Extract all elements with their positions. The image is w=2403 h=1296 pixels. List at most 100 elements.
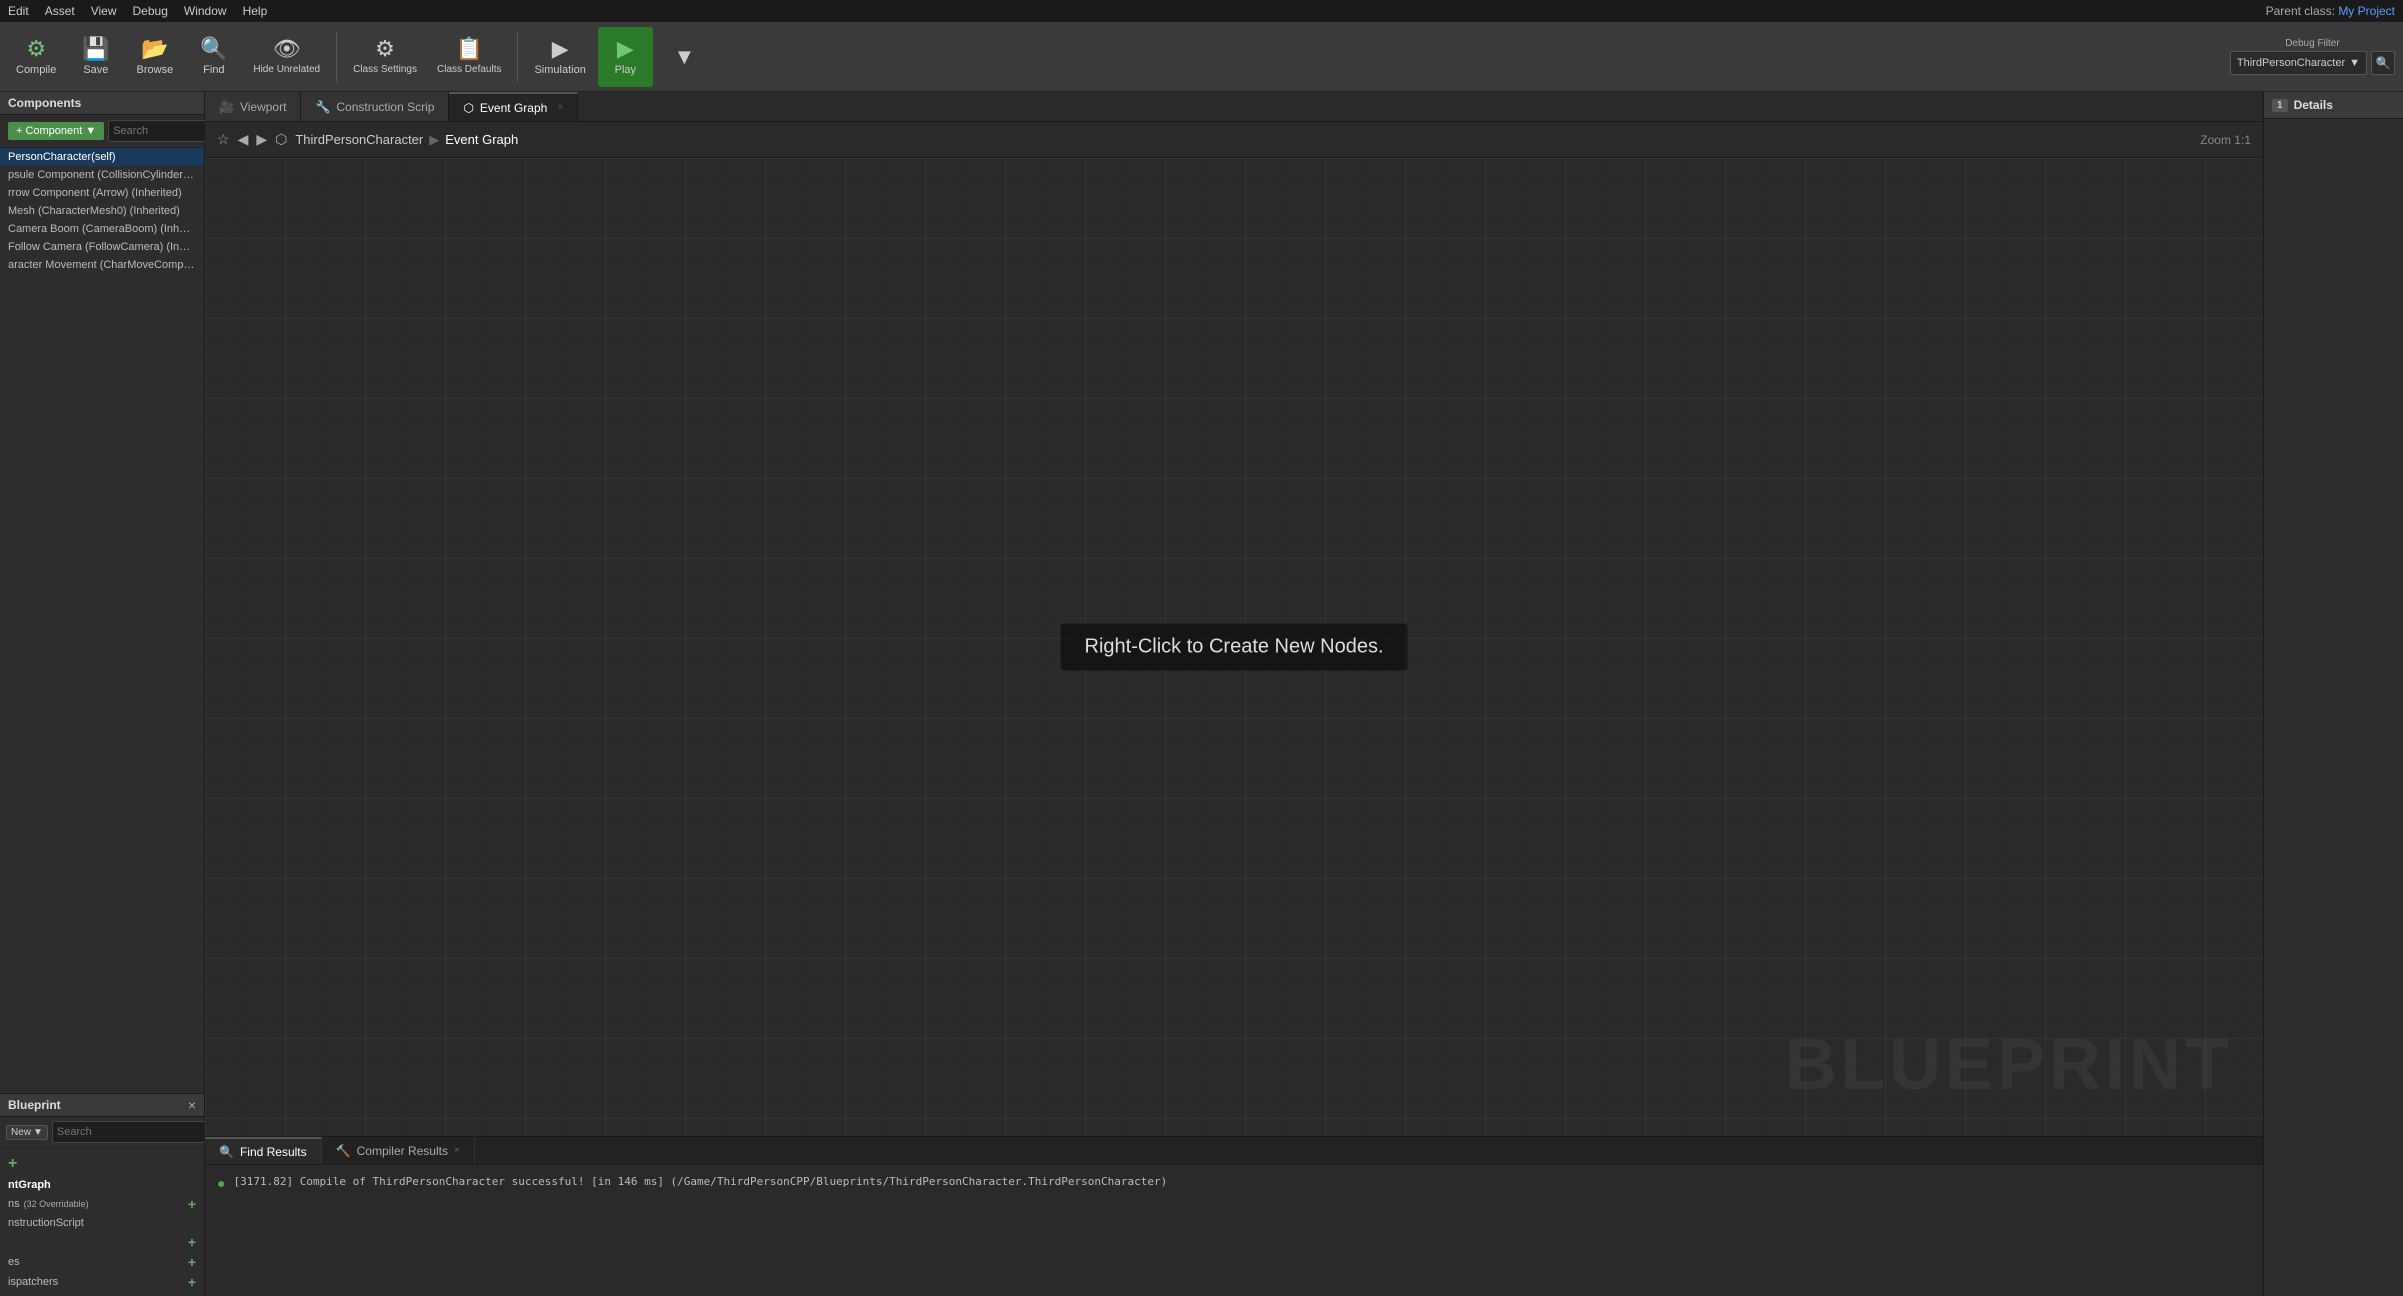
graph-canvas[interactable]: Right-Click to Create New Nodes. BLUEPRI… — [205, 158, 2263, 1136]
find-results-icon: 🔍 — [219, 1145, 234, 1159]
add-component-button[interactable]: + Component ▼ — [8, 122, 104, 140]
menu-items-group: Edit Asset View Debug Window Help — [8, 4, 267, 18]
simulation-button[interactable]: ▶ Simulation — [526, 27, 593, 87]
tree-item-variables[interactable]: es + — [0, 1252, 204, 1272]
compile-icon: ⚙ — [26, 38, 46, 60]
tree-item-construction[interactable]: nstructionScript — [0, 1214, 204, 1232]
tab-construction-script[interactable]: 🔧 Construction Scrip — [301, 92, 449, 121]
bottom-tab-compiler-results[interactable]: 🔨 Compiler Results × — [322, 1137, 475, 1164]
menu-bar: Edit Asset View Debug Window Help Parent… — [0, 0, 2403, 22]
tab-event-graph[interactable]: ⬡ Event Graph × — [449, 92, 578, 121]
bp-search-input[interactable] — [53, 1126, 203, 1138]
component-item-follow-camera[interactable]: Follow Camera (FollowCamera) (Inherited) — [0, 238, 204, 256]
zoom-label: Zoom 1:1 — [2200, 133, 2251, 147]
tree-event-graph-label: ntGraph — [8, 1179, 51, 1191]
browse-button[interactable]: 📂 Browse — [127, 27, 182, 87]
blueprint-close-button[interactable]: × — [188, 1098, 196, 1112]
component-item-self[interactable]: PersonCharacter(self) — [0, 148, 204, 166]
menu-help[interactable]: Help — [243, 4, 268, 18]
tree-item-functions[interactable]: ns (32 Overridable) + — [0, 1194, 204, 1214]
save-button[interactable]: 💾 Save — [68, 27, 123, 87]
component-item-mesh[interactable]: Mesh (CharacterMesh0) (Inherited) — [0, 202, 204, 220]
hide-unrelated-icon: 👁 — [273, 38, 301, 60]
find-icon: 🔍 — [200, 38, 227, 60]
construction-tab-icon: 🔧 — [315, 100, 330, 114]
compiler-tab-close[interactable]: × — [454, 1145, 460, 1156]
panel-number: 1 — [2272, 99, 2288, 112]
tree-item-event-graph[interactable]: ntGraph — [0, 1176, 204, 1194]
event-graph-tab-icon: ⬡ — [463, 101, 473, 115]
center-area: 🎥 Viewport 🔧 Construction Scrip ⬡ Event … — [205, 92, 2263, 1296]
hide-unrelated-button[interactable]: 👁 Hide Unrelated — [245, 27, 328, 87]
bottom-tab-bar: 🔍 Find Results 🔨 Compiler Results × — [205, 1137, 2263, 1165]
play-dropdown-button[interactable]: ▼ — [657, 27, 712, 87]
save-icon: 💾 — [82, 38, 109, 60]
find-button[interactable]: 🔍 Find — [186, 27, 241, 87]
breadcrumb-graph-icon: ⬡ — [275, 131, 287, 148]
breadcrumb-forward-button[interactable]: ▶ — [256, 131, 267, 148]
tree-item-dispatchers[interactable]: ispatchers + — [0, 1272, 204, 1292]
tab-close-icon[interactable]: × — [557, 102, 563, 113]
class-settings-icon: ⚙ — [375, 38, 395, 60]
browse-icon: 📂 — [141, 38, 168, 60]
toolbar-separator-2 — [517, 32, 518, 82]
toolbar-separator-1 — [336, 32, 337, 82]
simulation-icon: ▶ — [552, 38, 569, 60]
toolbar-right: Debug Filter ThirdPersonCharacter ▼ 🔍 — [2230, 38, 2395, 75]
component-dropdown-row: + Component ▼ 🔍 — [0, 115, 204, 148]
blueprint-tree: + ntGraph ns (32 Overridable) + nstructi… — [0, 1148, 204, 1296]
right-panel-header: 1 Details — [2264, 92, 2403, 119]
log-text: [3171.82] Compile of ThirdPersonCharacte… — [233, 1175, 1167, 1188]
right-panel-title: Details — [2294, 98, 2333, 112]
menu-debug[interactable]: Debug — [133, 4, 168, 18]
left-panel: Components + Component ▼ 🔍 PersonCharact… — [0, 92, 205, 1296]
tree-add-variable-button[interactable]: + — [188, 1255, 196, 1269]
menu-window[interactable]: Window — [184, 4, 227, 18]
tab-bar: 🎥 Viewport 🔧 Construction Scrip ⬡ Event … — [205, 92, 2263, 122]
blueprint-watermark: BLUEPRINT — [1785, 1024, 2233, 1106]
toolbar: ⚙ Compile 💾 Save 📂 Browse 🔍 Find 👁 Hide … — [0, 22, 2403, 92]
compile-button[interactable]: ⚙ Compile — [8, 27, 64, 87]
breadcrumb-back-button[interactable]: ◀ — [238, 131, 249, 148]
class-defaults-icon: 📋 — [456, 38, 483, 60]
log-entry-0: ● [3171.82] Compile of ThirdPersonCharac… — [217, 1173, 2251, 1194]
debug-search-button[interactable]: 🔍 — [2371, 51, 2395, 75]
menu-asset[interactable]: Asset — [45, 4, 75, 18]
class-defaults-button[interactable]: 📋 Class Defaults — [429, 27, 509, 87]
tree-add-dispatcher-button[interactable]: + — [188, 1275, 196, 1289]
tree-item-empty[interactable]: + — [0, 1232, 204, 1252]
bp-view-button[interactable]: New ▼ — [6, 1125, 48, 1140]
right-panel: 1 Details — [2263, 92, 2403, 1296]
tree-add-function-button[interactable]: + — [188, 1197, 196, 1211]
debug-filter-select[interactable]: ThirdPersonCharacter ▼ — [2230, 51, 2367, 75]
class-settings-button[interactable]: ⚙ Class Settings — [345, 27, 425, 87]
play-dropdown-icon: ▼ — [673, 46, 695, 68]
menu-view[interactable]: View — [91, 4, 117, 18]
main-area: Components + Component ▼ 🔍 PersonCharact… — [0, 92, 2403, 1296]
tree-add-graph[interactable]: + — [0, 1152, 204, 1176]
tab-viewport[interactable]: 🎥 Viewport — [205, 92, 301, 121]
blueprint-section: Blueprint × New ▼ 🔍 👁 ⚙ + — [0, 1093, 204, 1296]
tree-add-empty-button[interactable]: + — [188, 1235, 196, 1249]
breadcrumb-favorite-button[interactable]: ☆ — [217, 131, 230, 148]
blueprint-header: Blueprint × — [0, 1094, 204, 1117]
play-icon: ▶ — [617, 38, 634, 60]
menu-edit[interactable]: Edit — [8, 4, 29, 18]
breadcrumb-path: ThirdPersonCharacter ▶ Event Graph — [295, 132, 518, 148]
debug-filter-group: Debug Filter ThirdPersonCharacter ▼ 🔍 — [2230, 38, 2395, 75]
bottom-tab-find-results[interactable]: 🔍 Find Results — [205, 1137, 322, 1164]
play-button[interactable]: ▶ Play — [598, 27, 653, 87]
breadcrumb-bar: ☆ ◀ ▶ ⬡ ThirdPersonCharacter ▶ Event Gra… — [205, 122, 2263, 158]
bp-search-bar: 🔍 — [52, 1121, 224, 1143]
tree-functions-label: ns (32 Overridable) — [8, 1198, 89, 1210]
breadcrumb-left: ☆ ◀ ▶ ⬡ ThirdPersonCharacter ▶ Event Gra… — [217, 131, 518, 148]
blueprint-toolbar: New ▼ 🔍 👁 ⚙ — [0, 1117, 204, 1148]
component-item-camera-boom[interactable]: Camera Boom (CameraBoom) (Inherited) — [0, 220, 204, 238]
components-list: PersonCharacter(self) psule Component (C… — [0, 148, 204, 1093]
component-item-collision[interactable]: psule Component (CollisionCylinder) (Inh… — [0, 166, 204, 184]
component-item-arrow[interactable]: rrow Component (Arrow) (Inherited) — [0, 184, 204, 202]
compiler-results-icon: 🔨 — [336, 1144, 351, 1158]
component-item-char-movement[interactable]: aracter Movement (CharMoveComp) (Inheri — [0, 256, 204, 274]
add-graph-icon: + — [8, 1155, 17, 1173]
log-bullet: ● — [217, 1175, 225, 1192]
